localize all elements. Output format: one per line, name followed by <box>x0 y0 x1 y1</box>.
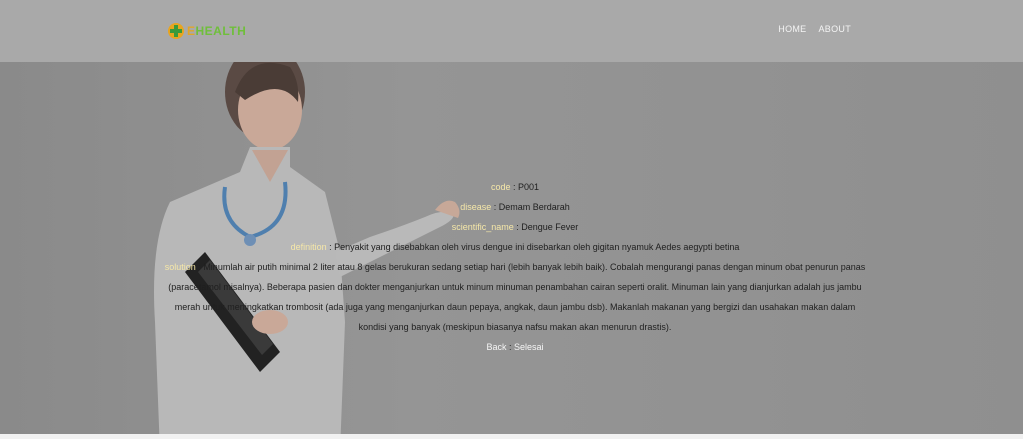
hero-section: code : P001 disease : Demam Berdarah sci… <box>0 62 1023 439</box>
main-nav: HOME ABOUT <box>778 24 851 34</box>
medical-cross-icon <box>168 23 184 39</box>
definition-line: definition : Penyakit yang disebabkan ol… <box>290 242 740 252</box>
top-navbar: EHEALTH HOME ABOUT <box>0 0 1023 63</box>
back-line[interactable]: Back : Selesai <box>160 337 870 357</box>
code-line: code : P001 <box>490 182 540 192</box>
footer-divider <box>0 434 1023 439</box>
brand-logo[interactable]: EHEALTH <box>168 20 246 42</box>
nav-about-link[interactable]: ABOUT <box>818 24 851 34</box>
brand-name: EHEALTH <box>187 24 247 38</box>
scientific-name-line: scientific_name : Dengue Fever <box>451 222 579 232</box>
nav-home-link[interactable]: HOME <box>778 24 806 34</box>
disease-line: disease : Demam Berdarah <box>460 202 570 212</box>
disease-detail: code : P001 disease : Demam Berdarah sci… <box>160 177 870 357</box>
solution-line: solution : Minumlah air putih minimal 2 … <box>164 262 866 332</box>
